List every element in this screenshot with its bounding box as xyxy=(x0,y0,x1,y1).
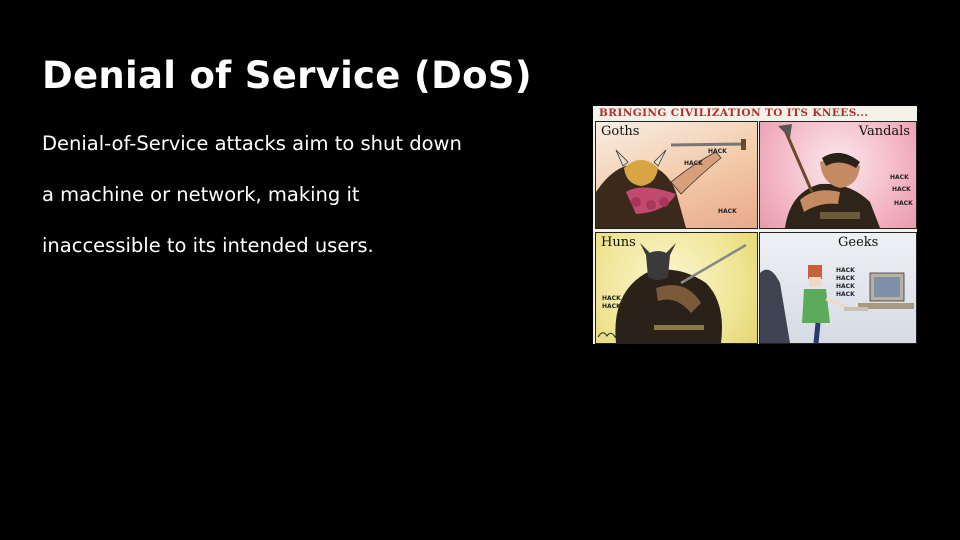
sfx-geeks-1: HACK xyxy=(836,267,855,274)
sfx-geeks-3: HACK xyxy=(836,283,855,290)
body-line-3: inaccessible to its intended users. xyxy=(42,234,374,257)
slide: Denial of Service (DoS) Denial-of-Servic… xyxy=(0,0,960,540)
sfx-goths-2: HACK xyxy=(708,148,727,155)
slide-title: Denial of Service (DoS) xyxy=(42,54,532,97)
body-line-1: Denial-of-Service attacks aim to shut do… xyxy=(42,132,462,155)
sfx-vandals-2: HACK xyxy=(892,186,911,193)
sfx-geeks-4: HACK xyxy=(836,291,855,298)
panel-label-huns: Huns xyxy=(601,235,636,250)
slide-body: Denial-of-Service attacks aim to shut do… xyxy=(42,127,562,280)
sfx-goths-1: HACK xyxy=(684,160,703,167)
sfx-vandals-3: HACK xyxy=(894,200,913,207)
cartoon-image: BRINGING CIVILIZATION TO ITS KNEES... Go… xyxy=(593,106,917,344)
panel-goths: Goths HACK HACK HACK xyxy=(595,121,758,229)
panel-vandals: Vandals HACK HACK HACK xyxy=(759,121,917,229)
cartoon-header: BRINGING CIVILIZATION TO ITS KNEES... xyxy=(599,107,869,119)
panel-geeks: Geeks HACK HACK HACK HACK xyxy=(759,232,917,344)
panel-label-goths: Goths xyxy=(601,124,640,139)
sfx-geeks-2: HACK xyxy=(836,275,855,282)
panel-label-vandals: Vandals xyxy=(858,124,910,139)
sfx-huns-1: HACK xyxy=(602,295,621,302)
body-line-2: a machine or network, making it xyxy=(42,183,360,206)
cartoonist-signature xyxy=(597,332,644,338)
sfx-huns-2: HACK xyxy=(602,303,621,310)
sfx-vandals-1: HACK xyxy=(890,174,909,181)
panel-label-geeks: Geeks xyxy=(838,235,879,250)
sfx-goths-3: HACK xyxy=(718,208,737,215)
